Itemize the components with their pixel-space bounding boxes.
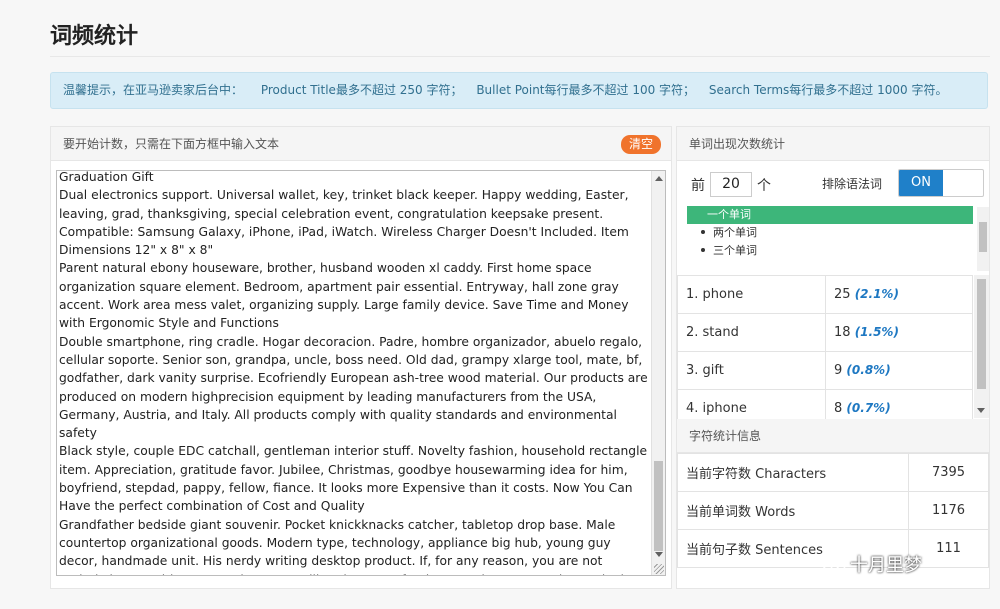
freq-list-scrollbar[interactable]	[974, 275, 989, 418]
count-value: 25	[834, 287, 851, 302]
bullet-icon	[701, 230, 705, 234]
percent-value: (0.8%)	[846, 363, 891, 377]
percent-value: (0.7%)	[846, 401, 891, 415]
scroll-up-icon[interactable]	[655, 176, 663, 181]
text-paragraph: Double smartphone, ring cradle. Hogar de…	[59, 334, 648, 441]
text-content[interactable]: Graduation Gift Dual electronics support…	[58, 170, 650, 575]
freq-controls: 前 20 个 排除语法词 ON	[677, 161, 989, 205]
gram-list-scrollbar[interactable]	[977, 207, 989, 271]
input-panel-title: 要开始计数，只需在下面方框中输入文本	[63, 137, 280, 151]
scroll-thumb[interactable]	[977, 279, 986, 389]
text-input-panel: 要开始计数，只需在下面方框中输入文本 清空 Graduation Gift Du…	[50, 126, 672, 589]
bullet-icon	[701, 248, 705, 252]
notice-item: Bullet Point每行最多不超过 100 字符；	[476, 83, 696, 97]
text-paragraph: Parent natural ebony houseware, brother,…	[59, 261, 629, 331]
scroll-down-icon[interactable]	[655, 552, 663, 557]
table-row: 1. phone 25 (2.1%)	[677, 275, 973, 314]
text-paragraph: Dual electronics support. Universal wall…	[59, 188, 629, 258]
count-cell: 18 (1.5%)	[825, 313, 973, 352]
count-value: 9	[834, 363, 843, 378]
text-paragraph: Graduation Gift	[59, 170, 154, 184]
count-cell: 25 (2.1%)	[825, 275, 973, 314]
text-scrollbar[interactable]	[651, 171, 665, 575]
table-row: 2. stand 18 (1.5%)	[677, 313, 973, 352]
top-suffix-label: 个	[757, 178, 771, 194]
stat-value: 7395	[908, 453, 989, 492]
resize-grip-icon[interactable]	[654, 564, 664, 574]
gram-size-list[interactable]: 一个单词 两个单词 三个单词	[687, 206, 983, 272]
wechat-icon	[822, 556, 846, 575]
stat-value: 1176	[908, 491, 989, 530]
gram-option-label: 两个单词	[713, 226, 757, 239]
toggle-on-label: ON	[899, 170, 943, 196]
word-cell: 1. phone	[677, 275, 826, 314]
word-cell: 2. stand	[677, 313, 826, 352]
notice-banner: 温馨提示，在亚马逊卖家后台中： Product Title最多不超过 250 字…	[50, 72, 988, 109]
notice-lead: 温馨提示，在亚马逊卖家后台中：	[63, 83, 244, 97]
top-prefix-label: 前	[691, 178, 705, 194]
gram-option-label: 三个单词	[713, 244, 757, 257]
percent-value: (2.1%)	[854, 287, 899, 301]
word-frequency-table: 1. phone 25 (2.1%) 2. stand 18 (1.5%) 3.…	[677, 275, 973, 428]
top-n-input[interactable]: 20	[710, 172, 752, 197]
gram-option-one[interactable]: 一个单词	[687, 206, 973, 224]
table-row: 当前单词数 Words 1176	[677, 491, 989, 530]
input-panel-header: 要开始计数，只需在下面方框中输入文本 清空	[51, 127, 671, 161]
gram-option-three[interactable]: 三个单词	[687, 242, 983, 260]
stat-label: 当前单词数 Words	[677, 491, 909, 530]
title-divider	[50, 56, 990, 57]
char-panel-header: 字符统计信息	[677, 419, 989, 453]
exclude-grammar-toggle[interactable]: ON	[898, 169, 984, 197]
percent-value: (1.5%)	[854, 325, 899, 339]
watermark: 十月里梦	[822, 551, 922, 581]
exclude-grammar-label: 排除语法词	[822, 177, 883, 191]
gram-option-two[interactable]: 两个单词	[687, 224, 983, 242]
table-row: 3. gift 9 (0.8%)	[677, 351, 973, 390]
text-paragraph: Black style, couple EDC catchall, gentle…	[59, 444, 648, 514]
notice-item: Search Terms每行最多不超过 1000 字符。	[708, 83, 948, 97]
clear-button[interactable]: 清空	[620, 135, 661, 154]
page-title: 词频统计	[50, 24, 139, 49]
freq-panel-header: 单词出现次数统计	[677, 127, 989, 161]
count-cell: 9 (0.8%)	[825, 351, 973, 390]
word-cell: 3. gift	[677, 351, 826, 390]
scroll-thumb[interactable]	[654, 461, 663, 551]
text-input-area[interactable]: Graduation Gift Dual electronics support…	[56, 170, 666, 576]
stats-panel: 单词出现次数统计 前 20 个 排除语法词 ON 一个单词 两个单词 三个单词 …	[676, 126, 990, 589]
table-row: 当前字符数 Characters 7395	[677, 453, 989, 492]
count-value: 18	[834, 325, 851, 340]
scroll-down-icon[interactable]	[977, 408, 985, 413]
count-value: 8	[834, 401, 843, 416]
notice-item: Product Title最多不超过 250 字符；	[260, 83, 463, 97]
scroll-thumb[interactable]	[979, 222, 987, 252]
watermark-text: 十月里梦	[850, 555, 922, 576]
text-paragraph: Grandfather bedside giant souvenir. Pock…	[59, 517, 628, 575]
stat-label: 当前字符数 Characters	[677, 453, 909, 492]
